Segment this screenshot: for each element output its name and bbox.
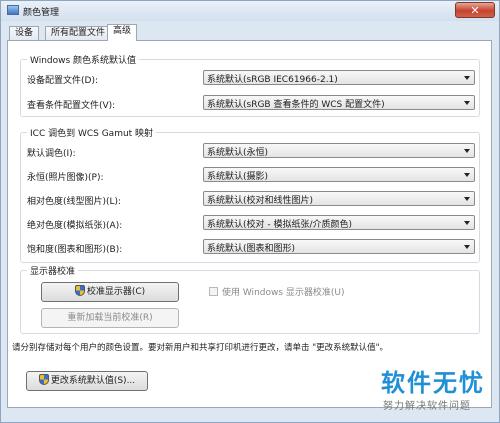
group-title: Windows 颜色系统默认值	[27, 53, 140, 66]
calibrate-display-button[interactable]: 校准显示器(C)	[41, 282, 179, 302]
chevron-down-icon	[464, 197, 470, 201]
group-title: ICC 调色到 WCS Gamut 映射	[27, 126, 157, 139]
chevron-down-icon	[464, 221, 470, 225]
select-value: 系统默认(图表和图形)	[207, 244, 296, 254]
group-title: 显示器校准	[27, 264, 79, 277]
device-profile-label: 设备配置文件(D):	[27, 76, 98, 86]
color-management-icon	[7, 5, 19, 15]
watermark-subtitle: 努力解决软件问题	[383, 401, 471, 412]
select-value: 系统默认(sRGB 查看条件的 WCS 配置文件)	[207, 100, 385, 110]
chevron-down-icon	[464, 245, 470, 249]
tab-advanced[interactable]: 高级	[107, 24, 138, 41]
button-label: 校准显示器(C)	[86, 287, 146, 297]
button-label: 更改系统默认值(S)...	[50, 376, 136, 386]
uac-shield-icon	[74, 285, 85, 296]
chevron-down-icon	[464, 173, 470, 177]
relative-colorimetric-label: 相对色度(线型图片)(L):	[27, 197, 122, 207]
select-value: 系统默认(sRGB IEC61966-2.1)	[207, 75, 338, 85]
chevron-down-icon	[464, 101, 470, 105]
saturation-select[interactable]: 系统默认(图表和图形)	[203, 239, 475, 254]
use-windows-calibration-label: 使用 Windows 显示器校准(U)	[222, 288, 345, 298]
chevron-down-icon	[464, 149, 470, 153]
chevron-down-icon	[464, 76, 470, 80]
tab-all-profiles[interactable]: 所有配置文件	[45, 26, 112, 40]
default-rendering-select[interactable]: 系统默认(永恒)	[203, 143, 475, 158]
uac-shield-icon	[38, 374, 49, 385]
window-title: 颜色管理	[23, 8, 60, 18]
viewing-conditions-select[interactable]: 系统默认(sRGB 查看条件的 WCS 配置文件)	[203, 95, 475, 110]
reload-calibration-button[interactable]: 重新加载当前校准(R)	[41, 308, 179, 328]
device-profile-select[interactable]: 系统默认(sRGB IEC61966-2.1)	[203, 70, 475, 85]
select-value: 系统默认(校对 - 模拟纸张/介质颜色)	[207, 220, 353, 230]
viewing-conditions-label: 查看条件配置文件(V):	[27, 101, 116, 111]
select-value: 系统默认(校对和线性图片)	[207, 196, 314, 206]
display-calibration-group: 显示器校准 校准显示器(C) 重新加载当前校准(R) 使用 Windows 显示…	[20, 264, 480, 334]
absolute-colorimetric-label: 绝对色度(模拟纸张)(A):	[27, 221, 123, 231]
windows-defaults-group: Windows 颜色系统默认值 设备配置文件(D): 系统默认(sRGB IEC…	[20, 53, 480, 117]
use-windows-calibration-checkbox[interactable]	[209, 287, 218, 296]
perceptual-select[interactable]: 系统默认(摄影)	[203, 167, 475, 182]
help-note: 请分别存储对每个用户的颜色设置。要对新用户和共享打印机进行更改，请单击 "更改系…	[12, 343, 389, 353]
title-bar: 颜色管理 ✕	[1, 1, 499, 21]
change-system-defaults-button[interactable]: 更改系统默认值(S)...	[26, 371, 148, 391]
saturation-label: 饱和度(图表和图形)(B):	[27, 245, 123, 255]
advanced-panel: Windows 颜色系统默认值 设备配置文件(D): 系统默认(sRGB IEC…	[7, 40, 492, 408]
default-rendering-label: 默认调色(I):	[27, 149, 76, 159]
icc-mapping-group: ICC 调色到 WCS Gamut 映射 默认调色(I): 系统默认(永恒) 永…	[20, 126, 480, 263]
select-value: 系统默认(永恒)	[207, 148, 269, 158]
select-value: 系统默认(摄影)	[207, 172, 269, 182]
watermark-title: 软件无忧	[381, 369, 485, 397]
absolute-colorimetric-select[interactable]: 系统默认(校对 - 模拟纸张/介质颜色)	[203, 215, 475, 230]
perceptual-label: 永恒(照片图像)(P):	[27, 173, 104, 183]
relative-colorimetric-select[interactable]: 系统默认(校对和线性图片)	[203, 191, 475, 206]
close-button[interactable]: ✕	[455, 2, 495, 18]
tab-devices[interactable]: 设备	[9, 26, 40, 40]
color-management-window: 颜色管理 ✕ 设备 所有配置文件 高级 Windows 颜色系统默认值 设备配置…	[0, 0, 500, 423]
